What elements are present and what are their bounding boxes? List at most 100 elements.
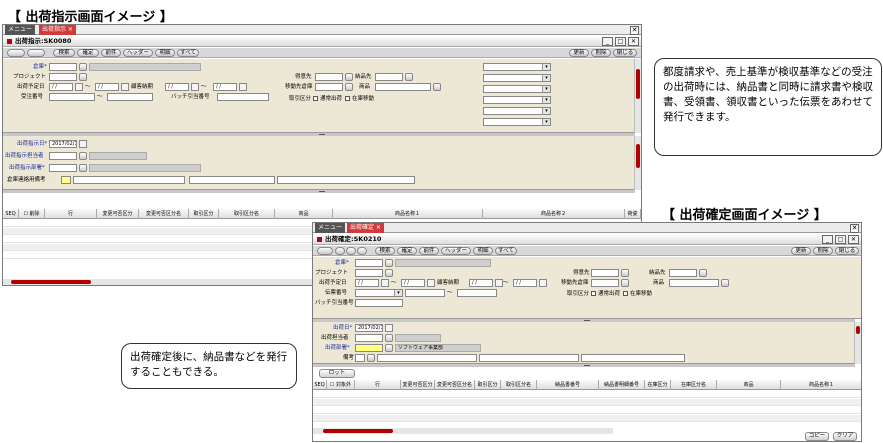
- ship-dept-search-button[interactable]: [385, 344, 393, 352]
- warehouse-input[interactable]: [49, 63, 77, 71]
- tab-menu[interactable]: メニュー: [5, 25, 36, 35]
- billing-to-search-button[interactable]: [621, 269, 629, 277]
- instructor-input[interactable]: [49, 152, 77, 160]
- product-input[interactable]: [669, 279, 719, 287]
- filter-select-4[interactable]: [483, 96, 551, 104]
- ship-date-to-input[interactable]: / /: [401, 279, 425, 287]
- table-row[interactable]: [313, 399, 861, 406]
- batch-no-input[interactable]: [217, 93, 269, 101]
- instructor-search-button[interactable]: [79, 152, 87, 160]
- toolbar-back-button[interactable]: [7, 49, 25, 57]
- note-search-button[interactable]: [367, 354, 375, 362]
- lot-button[interactable]: ロット: [319, 369, 355, 378]
- col-exclude[interactable]: ☐ 対象外: [327, 380, 355, 390]
- warehouse-input[interactable]: [355, 259, 383, 267]
- toolbar-confirm-button[interactable]: 確定: [77, 49, 99, 57]
- delivery-date-from-input[interactable]: / /: [469, 279, 493, 287]
- contact-note-input-3[interactable]: [277, 176, 415, 184]
- filter-select-6[interactable]: [483, 118, 551, 126]
- toolbar-prev-record-button[interactable]: 前件: [101, 49, 121, 57]
- toolbar-search-button[interactable]: 検索: [53, 49, 75, 57]
- scroll-thumb[interactable]: [323, 429, 393, 433]
- warehouse-search-button[interactable]: [385, 259, 393, 267]
- billing-to-search-button[interactable]: [345, 73, 353, 81]
- project-input[interactable]: [49, 73, 77, 81]
- normal-ship-checkbox[interactable]: [313, 96, 318, 101]
- tab-shukka-shiji[interactable]: 出荷指示 ✕: [39, 25, 76, 35]
- slip-no-from-input[interactable]: [405, 289, 445, 297]
- deliver-to-search-button[interactable]: [699, 269, 707, 277]
- calendar-icon[interactable]: [75, 83, 83, 91]
- grid-horizontal-scrollbar[interactable]: [3, 279, 313, 285]
- dest-warehouse-search-button[interactable]: [345, 83, 353, 91]
- billing-to-input[interactable]: [591, 269, 619, 277]
- delivery-date-to-input[interactable]: / /: [513, 279, 537, 287]
- contact-note-input-2[interactable]: [189, 176, 275, 184]
- contact-note-code-input[interactable]: [61, 176, 71, 184]
- order-no-from-input[interactable]: [49, 93, 95, 101]
- ship-date-from-input[interactable]: / /: [355, 279, 379, 287]
- toolbar-delete-button[interactable]: 削除: [813, 247, 833, 255]
- stock-move-checkbox[interactable]: [345, 96, 350, 101]
- shipper-input[interactable]: [355, 334, 383, 342]
- toolbar-prev-record-button[interactable]: 前件: [419, 247, 439, 255]
- calendar-icon[interactable]: [191, 83, 199, 91]
- deliver-to-search-button[interactable]: [405, 73, 413, 81]
- splitter[interactable]: [3, 190, 635, 193]
- dest-warehouse-input[interactable]: [315, 83, 343, 91]
- delivery-date-to-input[interactable]: / /: [213, 83, 237, 91]
- toolbar-back-button[interactable]: [317, 247, 333, 255]
- slip-no-to-input[interactable]: [457, 289, 497, 297]
- product-input[interactable]: [375, 83, 431, 91]
- warehouse-search-button[interactable]: [79, 63, 87, 71]
- shipper-search-button[interactable]: [385, 334, 393, 342]
- product-search-button[interactable]: [721, 279, 729, 287]
- close-icon[interactable]: ✕: [630, 26, 639, 35]
- note-input-2[interactable]: [479, 354, 579, 362]
- header-scrollbar[interactable]: [634, 59, 641, 133]
- stock-move-checkbox[interactable]: [623, 291, 628, 296]
- toolbar-prev-button[interactable]: [27, 49, 45, 57]
- ship-day-input[interactable]: 2017/02/13: [355, 324, 383, 332]
- tab-shukka-kakutei[interactable]: 出荷確定 ✕: [347, 223, 384, 233]
- toolbar-confirm-button[interactable]: 確定: [397, 247, 417, 255]
- tab-menu[interactable]: メニュー: [315, 223, 346, 233]
- normal-ship-checkbox[interactable]: [591, 291, 596, 296]
- slip-no-select[interactable]: [355, 289, 403, 297]
- filter-select-1[interactable]: [483, 63, 551, 71]
- product-search-button[interactable]: [433, 83, 441, 91]
- ship-date-to-input[interactable]: / /: [95, 83, 119, 91]
- delivery-date-from-input[interactable]: / /: [165, 83, 189, 91]
- table-row[interactable]: [313, 391, 861, 398]
- toolbar-detail-button[interactable]: 明細: [155, 49, 175, 57]
- instruct-dept-search-button[interactable]: [79, 164, 87, 172]
- contact-note-input-1[interactable]: [73, 176, 185, 184]
- splitter[interactable]: [313, 364, 855, 367]
- instruct-dept-input[interactable]: [49, 164, 77, 172]
- calendar-icon[interactable]: [79, 140, 87, 148]
- calendar-icon[interactable]: [121, 83, 129, 91]
- table-row[interactable]: [313, 415, 861, 422]
- toolbar-prev-button[interactable]: [346, 247, 356, 255]
- scroll-thumb[interactable]: [636, 69, 640, 99]
- calendar-icon[interactable]: [495, 279, 503, 287]
- toolbar-header-button[interactable]: ヘッダー: [441, 247, 471, 255]
- table-row[interactable]: [313, 407, 861, 414]
- note-input-3[interactable]: [581, 354, 685, 362]
- toolbar-header-button[interactable]: ヘッダー: [123, 49, 153, 57]
- calendar-icon[interactable]: [239, 83, 247, 91]
- project-search-button[interactable]: [79, 73, 87, 81]
- maximize-icon[interactable]: □: [835, 235, 846, 244]
- dest-warehouse-search-button[interactable]: [621, 279, 629, 287]
- calendar-icon[interactable]: [385, 324, 393, 332]
- ship-date-from-input[interactable]: / /: [49, 83, 73, 91]
- scroll-thumb[interactable]: [636, 144, 640, 168]
- toolbar-close-button[interactable]: 閉じる: [613, 49, 637, 57]
- clear-button[interactable]: クリア: [833, 432, 857, 441]
- scroll-thumb[interactable]: [856, 326, 860, 334]
- copy-button[interactable]: コピー: [805, 432, 829, 441]
- minimize-icon[interactable]: _: [602, 37, 613, 46]
- dest-warehouse-input[interactable]: [591, 279, 619, 287]
- toolbar-delete-button[interactable]: 削除: [591, 49, 611, 57]
- deliver-to-input[interactable]: [375, 73, 403, 81]
